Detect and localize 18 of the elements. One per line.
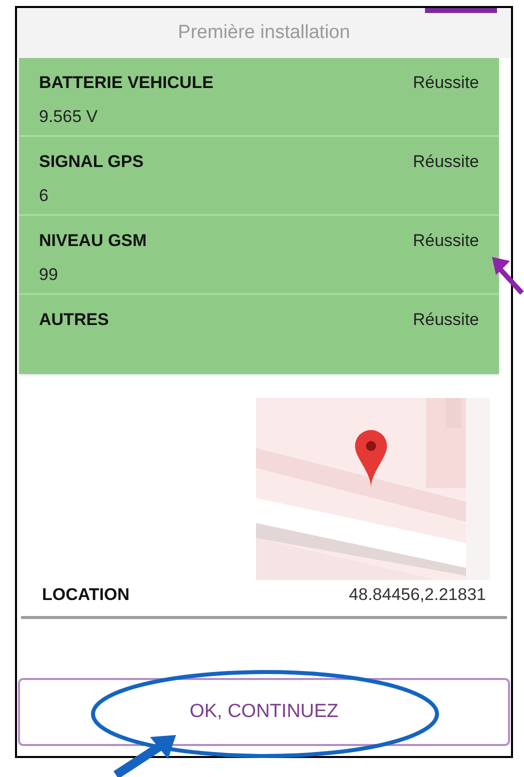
header-accent [425,8,497,13]
location-label: LOCATION [42,584,130,606]
check-value: 99 [39,264,59,286]
check-value: 6 [39,184,50,206]
check-result: Réussite [412,309,479,331]
continue-button[interactable]: OK, CONTINUEZ [18,678,510,746]
check-result: Réussite [412,72,479,94]
annotation-arrow [112,733,178,777]
check-label: SIGNAL GPS [39,151,144,173]
location-value: 48.84456,2.21831 [348,584,486,606]
check-result: Réussite [412,230,479,252]
check-label: AUTRES [39,309,109,331]
check-result: Réussite [412,151,479,173]
check-label: BATTERIE VEHICULE [39,72,214,94]
screen-title: Première installation [178,20,350,45]
annotation-arrow [490,255,524,295]
check-value: 9.565 V [39,106,99,128]
check-label: NIVEAU GSM [39,230,147,252]
